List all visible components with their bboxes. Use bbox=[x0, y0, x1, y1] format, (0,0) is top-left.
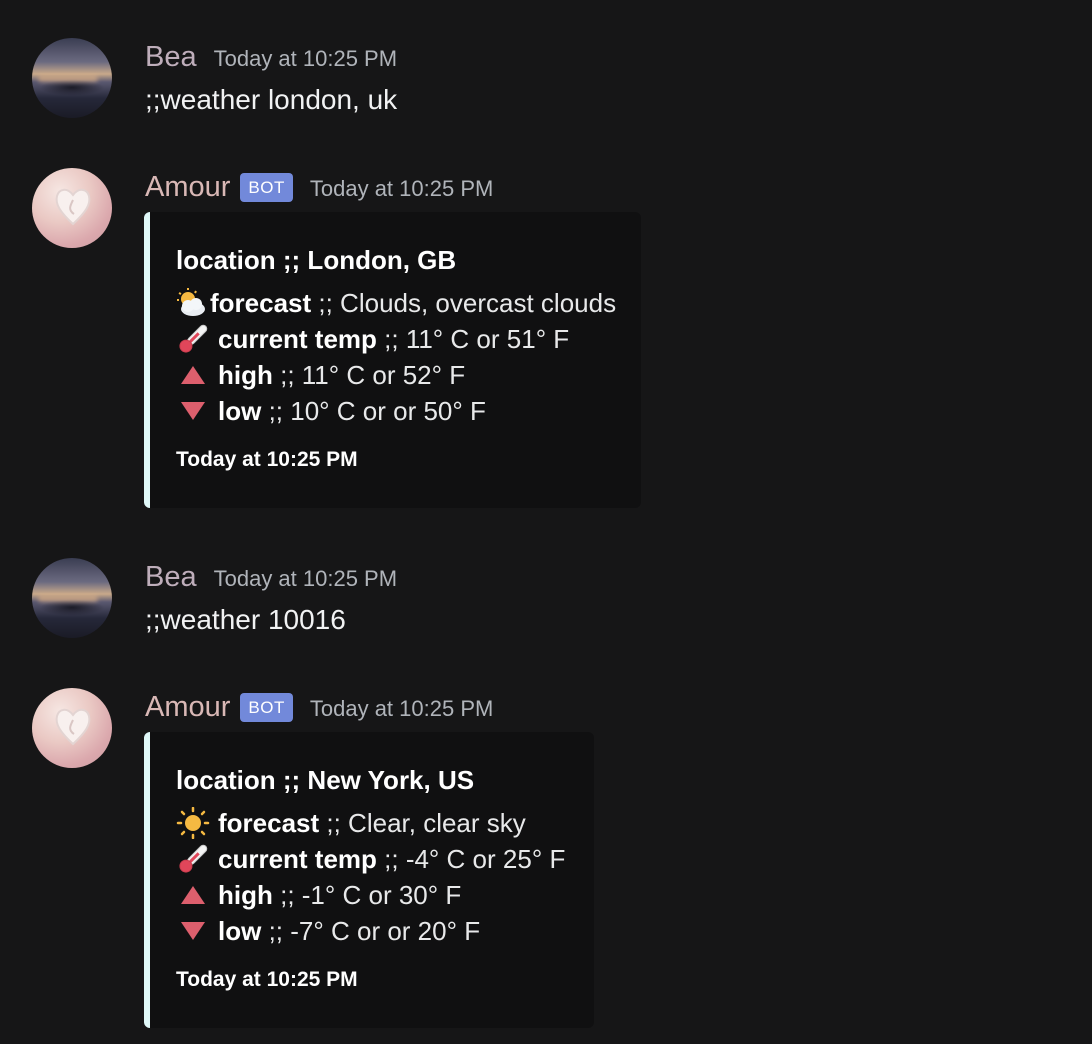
high-line: high ;; -1° C or 30° F bbox=[176, 877, 461, 913]
high-line: high ;; 11° C or 52° F bbox=[176, 357, 465, 393]
triangle-down-icon bbox=[176, 395, 210, 427]
heart-icon bbox=[55, 188, 91, 226]
weather-embed: location ;; London, GB forecast ;; Cloud… bbox=[144, 212, 641, 508]
author-name[interactable]: Amour bbox=[145, 170, 230, 204]
user-avatar-bea[interactable] bbox=[32, 558, 112, 638]
user-avatar-bea[interactable] bbox=[32, 38, 112, 118]
message-timestamp[interactable]: Today at 10:25 PM bbox=[310, 176, 493, 202]
low-value: ;; -7° C or or 20° F bbox=[261, 916, 481, 946]
weather-embed: location ;; New York, US forecast ;; Cle… bbox=[144, 732, 594, 1028]
heart-icon bbox=[55, 708, 91, 746]
forecast-label: forecast bbox=[210, 288, 312, 318]
embed-title: location ;; London, GB bbox=[176, 245, 457, 275]
high-label: high bbox=[218, 880, 273, 910]
embed-footer-timestamp: Today at 10:25 PM bbox=[176, 968, 358, 991]
message-timestamp[interactable]: Today at 10:25 PM bbox=[214, 46, 397, 72]
bot-badge: BOT bbox=[240, 692, 293, 722]
bot-badge: BOT bbox=[240, 172, 293, 202]
current-temp-value: ;; -4° C or 25° F bbox=[376, 844, 566, 874]
message-header: Amour BOT Today at 10:25 PM bbox=[145, 690, 493, 724]
current-temp-line: current temp ;; 11° C or 51° F bbox=[176, 321, 569, 357]
thermometer-icon bbox=[176, 843, 210, 875]
low-line: low ;; -7° C or or 20° F bbox=[176, 913, 480, 949]
forecast-line: forecast ;; Clear, clear sky bbox=[176, 805, 526, 841]
author-name[interactable]: Bea bbox=[145, 40, 197, 74]
low-value: ;; 10° C or or 50° F bbox=[261, 396, 486, 426]
message-header: Amour BOT Today at 10:25 PM bbox=[145, 170, 493, 204]
embed-title: location ;; New York, US bbox=[176, 765, 475, 795]
current-temp-label: current temp bbox=[218, 844, 377, 874]
embed-footer-timestamp: Today at 10:25 PM bbox=[176, 448, 358, 471]
message-timestamp[interactable]: Today at 10:25 PM bbox=[310, 696, 493, 722]
current-temp-line: current temp ;; -4° C or 25° F bbox=[176, 841, 565, 877]
message-header: Bea Today at 10:25 PM bbox=[145, 40, 397, 74]
forecast-value: ;; Clear, clear sky bbox=[319, 808, 526, 838]
current-temp-label: current temp bbox=[218, 324, 377, 354]
message-content: ;;weather london, uk bbox=[145, 84, 398, 115]
triangle-up-icon bbox=[176, 359, 210, 391]
forecast-value: ;; Clouds, overcast clouds bbox=[311, 288, 617, 318]
forecast-line: forecast ;; Clouds, overcast clouds bbox=[176, 285, 616, 321]
sun-icon bbox=[176, 807, 210, 839]
low-label: low bbox=[218, 396, 262, 426]
triangle-down-icon bbox=[176, 915, 210, 947]
author-name[interactable]: Bea bbox=[145, 560, 197, 594]
low-label: low bbox=[218, 916, 262, 946]
low-line: low ;; 10° C or or 50° F bbox=[176, 393, 486, 429]
thermometer-icon bbox=[176, 323, 210, 355]
author-name[interactable]: Amour bbox=[145, 690, 230, 724]
triangle-up-icon bbox=[176, 879, 210, 911]
message-content: ;;weather 10016 bbox=[145, 604, 346, 635]
sun-behind-cloud-icon bbox=[176, 287, 206, 319]
bot-avatar-amour[interactable] bbox=[32, 168, 112, 248]
message-header: Bea Today at 10:25 PM bbox=[145, 560, 397, 594]
message-timestamp[interactable]: Today at 10:25 PM bbox=[214, 566, 397, 592]
high-label: high bbox=[218, 360, 273, 390]
forecast-label: forecast bbox=[218, 808, 320, 838]
high-value: ;; -1° C or 30° F bbox=[272, 880, 462, 910]
high-value: ;; 11° C or 52° F bbox=[272, 360, 466, 390]
current-temp-value: ;; 11° C or 51° F bbox=[376, 324, 570, 354]
bot-avatar-amour[interactable] bbox=[32, 688, 112, 768]
